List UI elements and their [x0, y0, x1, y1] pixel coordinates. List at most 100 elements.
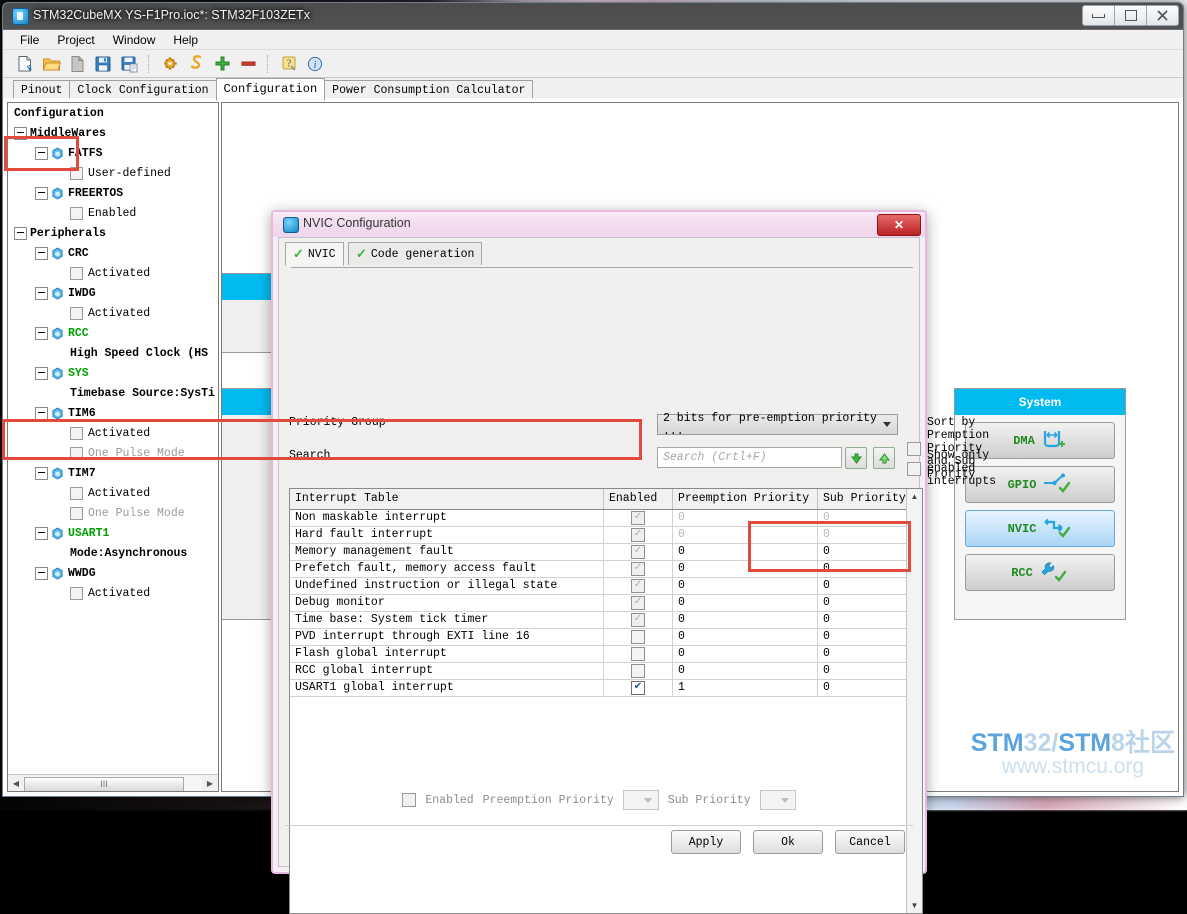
tree-item-rcc[interactable]: RCC [8, 323, 218, 343]
table-row[interactable]: Time base: System tick timer ✓ 0 0 [290, 612, 922, 629]
table-row[interactable]: Prefetch fault, memory access fault ✓ 0 0 [290, 561, 922, 578]
menu-help[interactable]: Help [164, 31, 207, 49]
row-enabled-checkbox[interactable] [631, 647, 645, 661]
tree-item-middlewares[interactable]: MiddleWares [8, 123, 218, 143]
menu-window[interactable]: Window [104, 31, 165, 49]
window-titlebar[interactable]: STM32CubeMX YS-F1Pro.ioc*: STM32F103ZETx [3, 3, 1183, 30]
tree-item-timebase-source-systi[interactable]: Timebase Source:SysTi [8, 383, 218, 403]
tab-power-consumption-calculator[interactable]: Power Consumption Calculator [324, 80, 534, 100]
priority-group-select[interactable]: 2 bits for pre-emption priority ... [657, 412, 898, 438]
scroll-track[interactable]: III [24, 775, 202, 791]
footer-preemption-select[interactable] [622, 790, 659, 810]
menu-project[interactable]: Project [48, 31, 103, 49]
tab-configuration[interactable]: Configuration [215, 78, 326, 101]
minimize-button[interactable] [1082, 5, 1115, 26]
row-preemption-priority[interactable]: 0 [673, 561, 818, 577]
tree-item-sys[interactable]: SYS [8, 363, 218, 383]
row-preemption-priority[interactable]: 0 [673, 527, 818, 543]
tab-clock-configuration[interactable]: Clock Configuration [69, 80, 217, 100]
row-enabled-cell[interactable]: ✓ [604, 578, 673, 594]
row-enabled-cell[interactable]: ✓ [604, 527, 673, 543]
table-row[interactable]: Debug monitor ✓ 0 0 [290, 595, 922, 612]
tree-item-fatfs[interactable]: FATFS [8, 143, 218, 163]
tree-expander[interactable] [35, 286, 48, 300]
tree-item-usart1[interactable]: USART1 [8, 523, 218, 543]
tree-checkbox[interactable] [70, 306, 83, 320]
column-interrupt-table[interactable]: Interrupt Table [290, 489, 604, 509]
table-scroll-up-arrow[interactable]: ▲ [907, 489, 922, 504]
table-row[interactable]: USART1 global interrupt ✔ 1 0 [290, 680, 922, 697]
row-preemption-priority[interactable]: 0 [673, 612, 818, 628]
tree-expander[interactable] [35, 566, 48, 580]
tab-pinout[interactable]: Pinout [13, 80, 71, 100]
row-preemption-priority[interactable]: 0 [673, 646, 818, 662]
table-row[interactable]: PVD interrupt through EXTI line 16 0 0 [290, 629, 922, 646]
row-enabled-cell[interactable]: ✓ [604, 561, 673, 577]
sidebar-horizontal-scrollbar[interactable]: ◀ III ▶ [8, 774, 218, 791]
tree-checkbox[interactable] [70, 586, 83, 600]
save-project-as-icon[interactable] [117, 52, 141, 75]
row-preemption-priority[interactable]: 0 [673, 510, 818, 526]
tree-expander[interactable] [35, 146, 48, 160]
row-preemption-priority[interactable]: 0 [673, 544, 818, 560]
tree-item-wwdg[interactable]: WWDG [8, 563, 218, 583]
tree-item-activated[interactable]: Activated [8, 483, 218, 503]
maximize-button[interactable] [1115, 5, 1147, 26]
tree-item-activated[interactable]: Activated [8, 583, 218, 603]
tree-checkbox[interactable] [70, 266, 83, 280]
row-preemption-priority[interactable]: 1 [673, 680, 818, 696]
tree-checkbox[interactable] [70, 166, 83, 180]
tree-expander[interactable] [35, 186, 48, 200]
tree-item-crc[interactable]: CRC [8, 243, 218, 263]
tree-checkbox[interactable] [70, 426, 83, 440]
row-enabled-cell[interactable]: ✔ [604, 680, 673, 696]
footer-sub-select[interactable] [759, 790, 796, 810]
close-button[interactable] [1147, 5, 1179, 26]
tree-item-tim7[interactable]: TIM7 [8, 463, 218, 483]
dialog-titlebar[interactable]: NVIC Configuration ✕ [273, 212, 925, 237]
scroll-right-arrow[interactable]: ▶ [202, 776, 218, 791]
tab-nvic[interactable]: ✓ NVIC [285, 242, 344, 266]
row-enabled-cell[interactable]: ✓ [604, 510, 673, 526]
tree-checkbox[interactable] [70, 506, 83, 520]
zoom-in-icon[interactable] [210, 52, 234, 75]
tree-item-high-speed-clock-hs[interactable]: High Speed Clock (HS [8, 343, 218, 363]
new-project-icon[interactable] [13, 52, 37, 75]
row-enabled-cell[interactable] [604, 629, 673, 645]
tree-item-one-pulse-mode[interactable]: One Pulse Mode [8, 503, 218, 523]
zoom-out-icon[interactable] [236, 52, 260, 75]
table-row[interactable]: Non maskable interrupt ✓ 0 0 [290, 510, 922, 527]
show-only-enabled-checkbox[interactable] [907, 461, 921, 476]
tree-item-one-pulse-mode[interactable]: One Pulse Mode [8, 443, 218, 463]
nvic-config-button[interactable]: NVIC [965, 510, 1115, 547]
tree-expander[interactable] [35, 526, 48, 540]
row-enabled-cell[interactable] [604, 646, 673, 662]
about-icon[interactable]: i [303, 52, 327, 75]
table-row[interactable]: Flash global interrupt 0 0 [290, 646, 922, 663]
tree-item-tim6[interactable]: TIM6 [8, 403, 218, 423]
tree-expander[interactable] [35, 466, 48, 480]
tree-item-peripherals[interactable]: Peripherals [8, 223, 218, 243]
tree-checkbox[interactable] [70, 486, 83, 500]
menu-file[interactable]: File [11, 31, 48, 49]
row-enabled-cell[interactable]: ✓ [604, 612, 673, 628]
row-enabled-checkbox[interactable] [631, 664, 645, 678]
tree-expander[interactable] [35, 326, 48, 340]
table-row[interactable]: Hard fault interrupt ✓ 0 0 [290, 527, 922, 544]
row-preemption-priority[interactable]: 0 [673, 578, 818, 594]
column-preemption-priority[interactable]: Preemption Priority [673, 489, 818, 509]
row-preemption-priority[interactable]: 0 [673, 595, 818, 611]
import-project-icon[interactable] [65, 52, 89, 75]
search-input[interactable]: Search (Crtl+F) [657, 447, 842, 468]
table-row[interactable]: Undefined instruction or illegal state ✓ 0… [290, 578, 922, 595]
table-row[interactable]: Memory management fault ✓ 0 0 [290, 544, 922, 561]
tab-code-generation[interactable]: ✓ Code generation [348, 242, 483, 265]
tree-item-mode-asynchronous[interactable]: Mode:Asynchronous [8, 543, 218, 563]
ok-button[interactable]: Ok [753, 830, 823, 854]
table-scroll-down-arrow[interactable]: ▼ [907, 898, 922, 913]
footer-enabled-checkbox[interactable] [402, 793, 417, 807]
scroll-left-arrow[interactable]: ◀ [8, 776, 24, 791]
tree-item-activated[interactable]: Activated [8, 263, 218, 283]
table-vertical-scrollbar[interactable]: ▲ ▼ [906, 489, 922, 913]
table-row[interactable]: RCC global interrupt 0 0 [290, 663, 922, 680]
